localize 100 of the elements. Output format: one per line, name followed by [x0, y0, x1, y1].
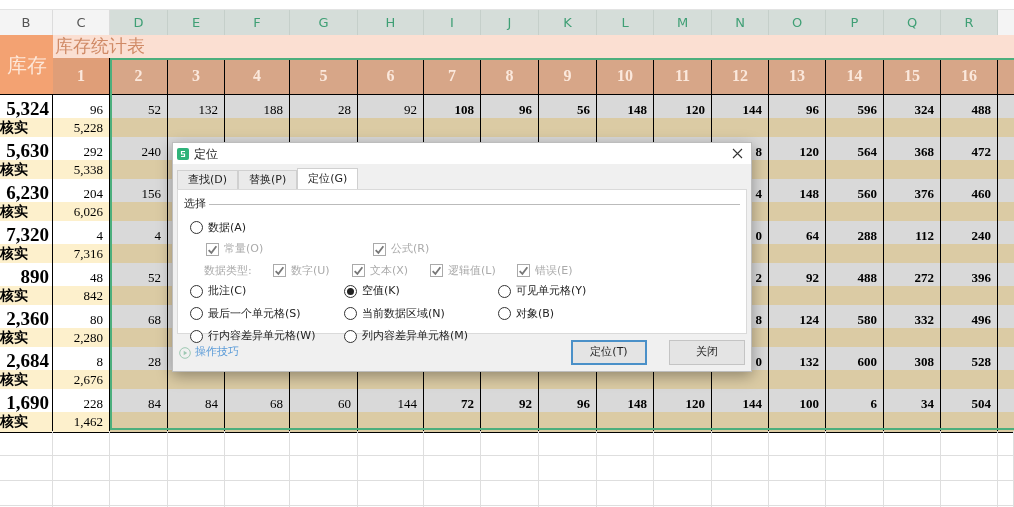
- table-cell: [884, 328, 941, 349]
- radio-button[interactable]: [190, 329, 203, 343]
- table-cell: [654, 118, 712, 139]
- empty-cell: [53, 456, 110, 481]
- radio-button[interactable]: [190, 307, 203, 321]
- table-cell: [110, 160, 168, 181]
- table-cell: [941, 286, 998, 307]
- radio-button[interactable]: [498, 284, 511, 298]
- radio-button[interactable]: [190, 221, 203, 235]
- table-cell: [539, 370, 597, 391]
- column-header[interactable]: D: [110, 10, 168, 35]
- day-header: 6: [358, 58, 424, 95]
- checkbox-label: 文本(X): [370, 262, 409, 279]
- table-cell: [712, 412, 769, 433]
- close-icon[interactable]: [732, 148, 743, 159]
- column-header[interactable]: B: [0, 10, 53, 35]
- checkbox-label: 逻辑值(L): [448, 262, 496, 279]
- radio-label: 可见单元格(Y): [516, 283, 587, 299]
- day-header: 10: [597, 58, 654, 95]
- column-header[interactable]: C: [53, 10, 110, 35]
- column-header[interactable]: G: [290, 10, 358, 35]
- column-header[interactable]: E: [168, 10, 225, 35]
- dialog-button[interactable]: 关闭: [669, 340, 745, 365]
- dialog-button[interactable]: 定位(T): [571, 340, 647, 365]
- column-header[interactable]: H: [358, 10, 424, 35]
- app-icon: [177, 147, 189, 160]
- table-cell: [424, 118, 481, 139]
- table-cell: [358, 412, 424, 433]
- column-header[interactable]: J: [481, 10, 539, 35]
- table-cell: [539, 412, 597, 433]
- table-cell: [358, 118, 424, 139]
- table-cell: 1,462: [53, 412, 110, 433]
- column-header[interactable]: L: [597, 10, 654, 35]
- day-header: 3: [168, 58, 225, 95]
- tab[interactable]: 替换(P): [238, 170, 298, 189]
- table-cell: [826, 370, 884, 391]
- empty-cell: [481, 481, 539, 506]
- tips-link[interactable]: 操作技巧: [179, 344, 239, 361]
- table-cell: [769, 202, 826, 223]
- column-header[interactable]: N: [712, 10, 769, 35]
- table-cell: [884, 370, 941, 391]
- column-header[interactable]: Q: [884, 10, 941, 35]
- column-header[interactable]: I: [424, 10, 481, 35]
- empty-cell: [654, 431, 712, 456]
- table-cell: 842: [53, 286, 110, 307]
- table-title: 库存统计表: [53, 35, 1014, 58]
- table-cell: [712, 118, 769, 139]
- column-header[interactable]: P: [826, 10, 884, 35]
- table-cell: [424, 370, 481, 391]
- day-header: 1: [53, 58, 110, 95]
- empty-cell: [424, 481, 481, 506]
- empty-cell: [358, 481, 424, 506]
- table-cell: [998, 412, 1014, 433]
- tab[interactable]: 查找(D): [177, 170, 239, 189]
- column-header[interactable]: K: [539, 10, 597, 35]
- radio-label: 行内容差异单元格(W): [208, 328, 316, 344]
- table-cell: [769, 412, 826, 433]
- day-header: 2: [110, 58, 168, 95]
- radio-button[interactable]: [190, 284, 203, 298]
- radio-button[interactable]: [344, 307, 357, 321]
- table-cell: [110, 244, 168, 265]
- table-cell: [597, 370, 654, 391]
- table-cell: [769, 118, 826, 139]
- empty-cell: [712, 456, 769, 481]
- radio-button[interactable]: [344, 284, 357, 298]
- day-header: 5: [290, 58, 358, 95]
- checkbox-label: 错误(E): [535, 262, 573, 279]
- empty-cell: [597, 481, 654, 506]
- column-header[interactable]: F: [225, 10, 290, 35]
- table-cell: [597, 118, 654, 139]
- check-label: 核实: [0, 412, 53, 433]
- table-cell: [998, 370, 1014, 391]
- table-cell: [481, 370, 539, 391]
- empty-cell: [884, 481, 941, 506]
- table-cell: [225, 370, 290, 391]
- table-cell: [998, 118, 1014, 139]
- table-cell: [941, 160, 998, 181]
- tab[interactable]: 定位(G): [297, 168, 359, 189]
- empty-cell: [481, 456, 539, 481]
- day-header: 9: [539, 58, 597, 95]
- table-cell: [424, 412, 481, 433]
- check-label: 核实: [0, 244, 53, 265]
- table-cell: [481, 412, 539, 433]
- empty-cell: [826, 481, 884, 506]
- radio-button[interactable]: [498, 307, 511, 321]
- table-cell: [358, 370, 424, 391]
- day-header: 7: [424, 58, 481, 95]
- table-cell: [769, 160, 826, 181]
- table-cell: [884, 412, 941, 433]
- empty-cell: [539, 431, 597, 456]
- column-header[interactable]: M: [654, 10, 712, 35]
- radio-button[interactable]: [344, 329, 357, 343]
- column-header[interactable]: O: [769, 10, 826, 35]
- empty-cell: [225, 456, 290, 481]
- check-label: 核实: [0, 160, 53, 181]
- empty-cell: [884, 431, 941, 456]
- column-header[interactable]: R: [941, 10, 998, 35]
- empty-cell: [481, 431, 539, 456]
- table-cell: [597, 412, 654, 433]
- empty-cell: [941, 431, 998, 456]
